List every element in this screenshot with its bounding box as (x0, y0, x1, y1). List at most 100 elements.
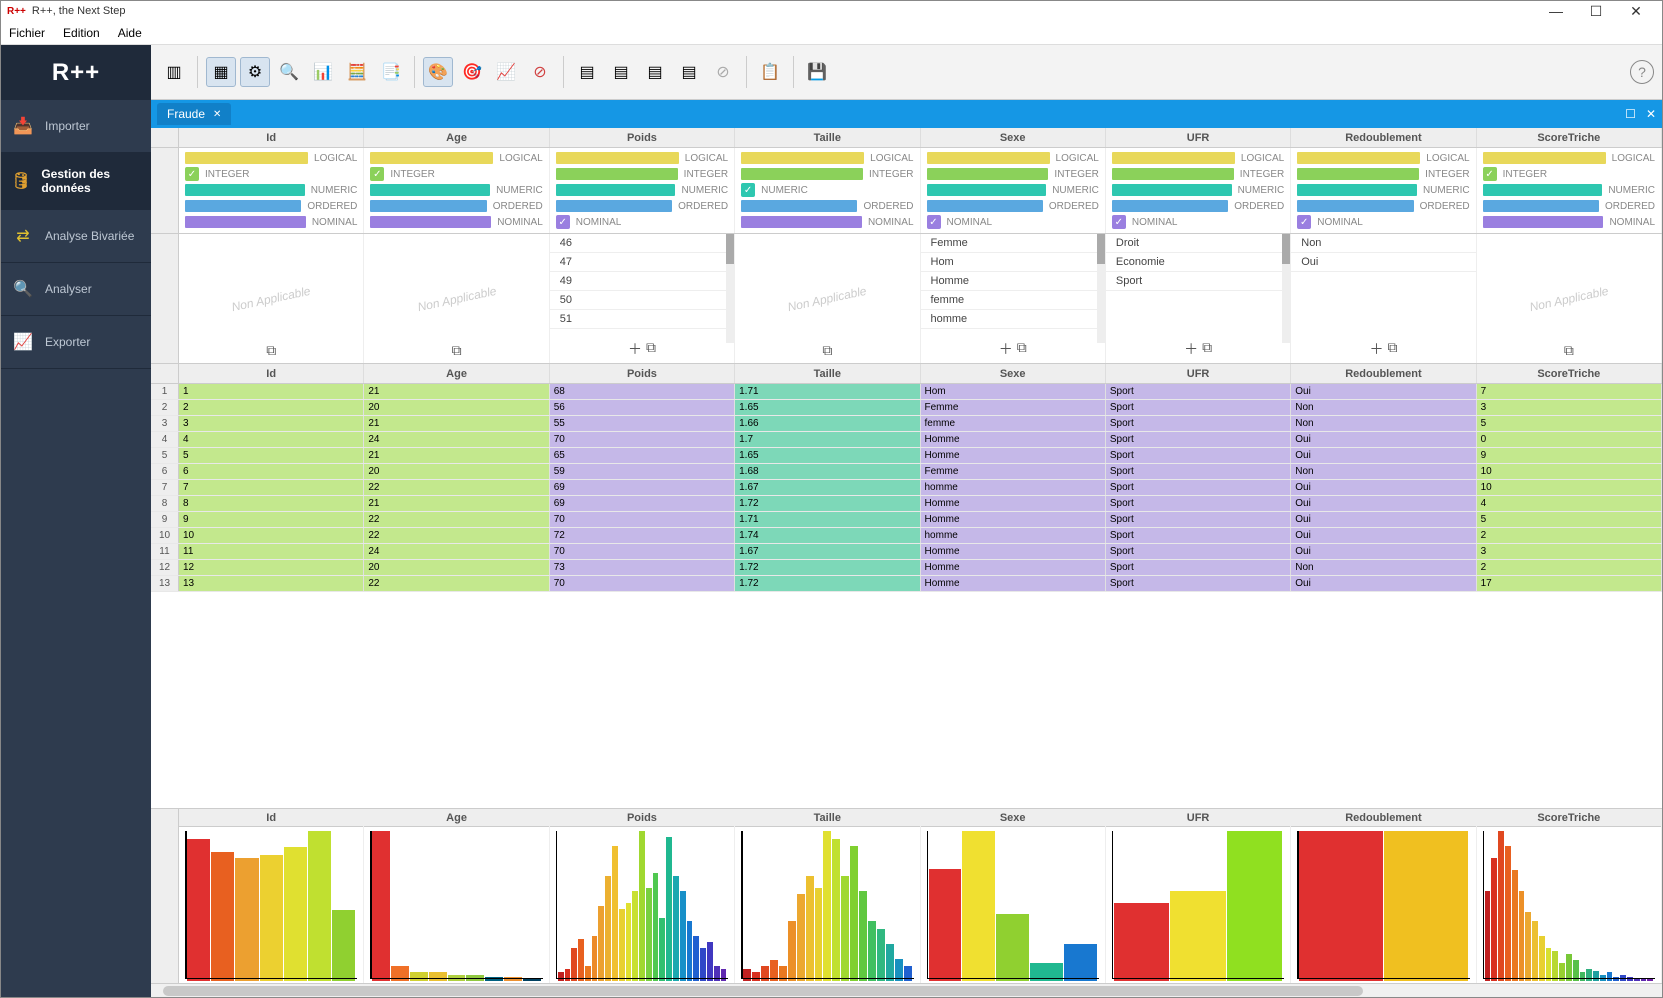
cell-taille[interactable]: 1.68 (735, 464, 920, 479)
cell-taille[interactable]: 1.7 (735, 432, 920, 447)
maximize-button[interactable]: ☐ (1576, 3, 1616, 20)
value-item[interactable]: 50 (550, 291, 734, 310)
tab-close-all-icon[interactable]: ✕ (1646, 107, 1656, 121)
value-item[interactable]: homme (921, 310, 1105, 329)
table-row[interactable]: 111124701.67HommeSportOui3 (151, 544, 1662, 560)
scrollbar[interactable] (1282, 234, 1290, 343)
cell-redoublement[interactable]: Oui (1291, 432, 1476, 447)
cell-age[interactable]: 24 (364, 544, 549, 559)
cell-age[interactable]: 22 (364, 512, 549, 527)
cell-id[interactable]: 11 (179, 544, 364, 559)
type-option-ordered[interactable]: ORDERED (185, 198, 357, 214)
cell-poids[interactable]: 59 (550, 464, 735, 479)
table-row[interactable]: 7722691.67hommeSportOui10 (151, 480, 1662, 496)
cell-taille[interactable]: 1.65 (735, 400, 920, 415)
cell-age[interactable]: 21 (364, 384, 549, 399)
cell-redoublement[interactable]: Oui (1291, 528, 1476, 543)
type-option-ordered[interactable]: ORDERED (370, 198, 542, 214)
column-header-scoretriche[interactable]: ScoreTriche (1477, 128, 1662, 147)
column-header-sexe[interactable]: Sexe (921, 128, 1106, 147)
cell-taille[interactable]: 1.67 (735, 480, 920, 495)
tb-delete-icon[interactable]: ⊘ (525, 57, 555, 87)
cell-poids[interactable]: 65 (550, 448, 735, 463)
table-row[interactable]: 2220561.65FemmeSportNon3 (151, 400, 1662, 416)
value-item[interactable]: 46 (550, 234, 734, 253)
chart-plot[interactable] (364, 827, 548, 983)
type-option-integer[interactable]: INTEGER (1112, 166, 1284, 182)
type-option-ordered[interactable]: ORDERED (1483, 198, 1655, 214)
tb-column-icon[interactable]: 📊 (308, 57, 338, 87)
cell-poids[interactable]: 56 (550, 400, 735, 415)
table-row[interactable]: 5521651.65HommeSportOui9 (151, 448, 1662, 464)
tb-grid[interactable]: ▦ (206, 57, 236, 87)
column-header-redoublement[interactable]: Redoublement (1291, 128, 1476, 147)
type-option-numeric[interactable]: NUMERIC (927, 182, 1099, 198)
tb-calendar-4[interactable]: ▤ (674, 57, 704, 87)
table-row[interactable]: 121220731.72HommeSportNon2 (151, 560, 1662, 576)
cell-age[interactable]: 22 (364, 576, 549, 591)
cell-redoublement[interactable]: Oui (1291, 544, 1476, 559)
cell-poids[interactable]: 70 (550, 512, 735, 527)
cell-id[interactable]: 13 (179, 576, 364, 591)
copy-icon[interactable]: ⧉ (1017, 339, 1027, 359)
chart-plot[interactable] (735, 827, 919, 983)
type-option-logical[interactable]: LOGICAL (556, 150, 728, 166)
cell-sexe[interactable]: Homme (921, 432, 1106, 447)
menu-fichier[interactable]: Fichier (9, 26, 45, 40)
type-option-integer[interactable]: INTEGER (1297, 166, 1469, 182)
tb-chart-icon[interactable]: 📈 (491, 57, 521, 87)
tb-calendar-1[interactable]: ▤ (572, 57, 602, 87)
scrollbar[interactable] (726, 234, 734, 343)
type-option-ordered[interactable]: ORDERED (927, 198, 1099, 214)
table-row[interactable]: 8821691.72HommeSportOui4 (151, 496, 1662, 512)
copy-icon[interactable]: ⧉ (822, 342, 832, 359)
type-option-logical[interactable]: LOGICAL (1483, 150, 1655, 166)
value-item[interactable]: 47 (550, 253, 734, 272)
cell-poids[interactable]: 69 (550, 480, 735, 495)
cell-scoretriche[interactable]: 0 (1477, 432, 1662, 447)
cell-age[interactable]: 22 (364, 480, 549, 495)
sidebar-item-0[interactable]: 📥Importer (1, 100, 151, 153)
chart-plot[interactable] (179, 827, 363, 983)
copy-icon[interactable]: ⧉ (452, 342, 462, 359)
type-option-numeric[interactable]: NUMERIC (1112, 182, 1284, 198)
cell-redoublement[interactable]: Oui (1291, 448, 1476, 463)
data-column-header-age[interactable]: Age (364, 364, 549, 383)
cell-taille[interactable]: 1.67 (735, 544, 920, 559)
column-header-poids[interactable]: Poids (550, 128, 735, 147)
type-option-integer[interactable]: ✓INTEGER (370, 166, 542, 182)
cell-age[interactable]: 24 (364, 432, 549, 447)
cell-id[interactable]: 7 (179, 480, 364, 495)
data-column-header-scoretriche[interactable]: ScoreTriche (1477, 364, 1662, 383)
type-option-integer[interactable]: ✓INTEGER (185, 166, 357, 182)
cell-redoublement[interactable]: Oui (1291, 512, 1476, 527)
value-item[interactable]: femme (921, 291, 1105, 310)
cell-taille[interactable]: 1.66 (735, 416, 920, 431)
column-header-age[interactable]: Age (364, 128, 549, 147)
cell-sexe[interactable]: Homme (921, 448, 1106, 463)
type-option-logical[interactable]: LOGICAL (927, 150, 1099, 166)
cell-redoublement[interactable]: Oui (1291, 384, 1476, 399)
cell-scoretriche[interactable]: 2 (1477, 560, 1662, 575)
cell-ufr[interactable]: Sport (1106, 496, 1291, 511)
value-item[interactable]: Droit (1106, 234, 1290, 253)
table-row[interactable]: 4424701.7HommeSportOui0 (151, 432, 1662, 448)
data-column-header-taille[interactable]: Taille (735, 364, 920, 383)
cell-scoretriche[interactable]: 9 (1477, 448, 1662, 463)
data-column-header-ufr[interactable]: UFR (1106, 364, 1291, 383)
cell-ufr[interactable]: Sport (1106, 576, 1291, 591)
data-column-header-sexe[interactable]: Sexe (921, 364, 1106, 383)
cell-ufr[interactable]: Sport (1106, 544, 1291, 559)
tab-close-icon[interactable]: ✕ (213, 109, 221, 120)
table-row[interactable]: 101022721.74hommeSportOui2 (151, 528, 1662, 544)
tab-maximize-icon[interactable]: ☐ (1625, 107, 1636, 121)
cell-taille[interactable]: 1.72 (735, 496, 920, 511)
cell-scoretriche[interactable]: 4 (1477, 496, 1662, 511)
cell-ufr[interactable]: Sport (1106, 480, 1291, 495)
copy-icon[interactable]: ⧉ (1202, 339, 1212, 359)
cell-poids[interactable]: 68 (550, 384, 735, 399)
value-item[interactable]: Non (1291, 234, 1475, 253)
cell-taille[interactable]: 1.71 (735, 512, 920, 527)
cell-sexe[interactable]: Femme (921, 464, 1106, 479)
tb-paint-icon[interactable]: 🎨 (423, 57, 453, 87)
